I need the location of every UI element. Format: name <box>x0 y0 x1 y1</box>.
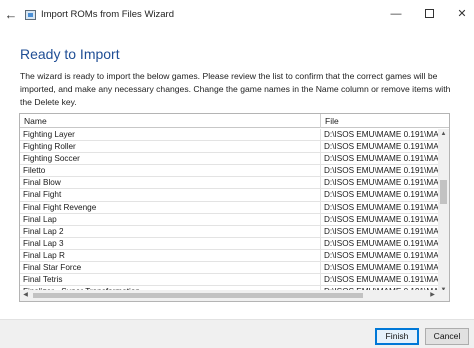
cell-file: D:\ISOS EMU\MAME 0.191\MAME <box>324 275 438 285</box>
finish-button[interactable]: Finish <box>375 328 419 345</box>
cell-file: D:\ISOS EMU\MAME 0.191\MAME <box>324 214 438 224</box>
app-icon <box>25 10 36 20</box>
cell-name[interactable]: Final Tetris <box>20 274 321 286</box>
table-row[interactable]: Final Star Force D:\ISOS EMU\MAME 0.191\M… <box>20 262 438 275</box>
cell-file: D:\ISOS EMU\MAME 0.191\MAME <box>324 250 438 260</box>
table-row[interactable]: Final Lap RD:\ISOS EMU\MAME 0.191\MAME <box>20 249 438 263</box>
back-arrow-icon[interactable]: ← <box>4 8 18 22</box>
page-description: The wizard is ready to import the below … <box>20 71 451 107</box>
grid-header: Name File <box>20 114 449 128</box>
table-row[interactable]: Fighting SoccerD:\ISOS EMU\MAME 0.191\MA… <box>20 153 438 166</box>
cell-file: D:\ISOS EMU\MAME 0.191\MAME <box>324 178 438 188</box>
table-row[interactable]: Final Lap 3D:\ISOS EMU\MAME 0.191\MAME <box>20 237 438 250</box>
scroll-right-icon[interactable]: ▶ <box>427 290 438 301</box>
table-row[interactable]: Fighting LayerD:\ISOS EMU\MAME 0.191\MAM… <box>20 129 438 142</box>
cancel-button[interactable]: Cancel <box>425 328 469 345</box>
table-row[interactable]: Fighting RollerD:\ISOS EMU\MAME 0.191\MA… <box>20 141 438 154</box>
title-bar: ← Import ROMs from Files Wizard — ✕ <box>0 0 474 30</box>
column-header-name[interactable]: Name <box>20 114 321 128</box>
cell-file: D:\ISOS EMU\MAME 0.191\MAME <box>324 202 438 212</box>
cell-name[interactable]: Final Lap 2 <box>20 225 321 237</box>
vertical-scroll-thumb[interactable] <box>440 180 447 204</box>
grid-rows: Fighting LayerD:\ISOS EMU\MAME 0.191\MAM… <box>20 129 438 296</box>
cell-name[interactable]: Final Fight <box>20 189 321 201</box>
table-row[interactable]: Final Lap 2D:\ISOS EMU\MAME 0.191\MAME <box>20 225 438 238</box>
horizontal-scroll-thumb[interactable] <box>33 293 363 298</box>
table-row[interactable]: Final BlowD:\ISOS EMU\MAME 0.191\MAME <box>20 177 438 190</box>
cell-file: D:\ISOS EMU\MAME 0.191\MAME <box>324 238 438 248</box>
page-heading: Ready to Import <box>20 46 120 62</box>
cell-file: D:\ISOS EMU\MAME 0.191\MAME <box>324 166 438 176</box>
close-button[interactable]: ✕ <box>451 4 473 24</box>
cell-file: D:\ISOS EMU\MAME 0.191\MAME <box>324 154 438 164</box>
table-row[interactable]: Final Fight Revenge D:\ISOS EMU\MAME 0.19… <box>20 201 438 214</box>
column-header-file[interactable]: File <box>321 114 437 128</box>
cell-name[interactable]: Final Star Force <box>20 262 321 274</box>
horizontal-scrollbar[interactable]: ◀ ▶ <box>20 290 438 301</box>
cell-name[interactable]: Fighting Roller <box>20 141 321 153</box>
minimize-button[interactable]: — <box>385 4 407 24</box>
cell-name[interactable]: Final Fight Revenge <box>20 201 321 213</box>
cell-name[interactable]: Filetto <box>20 165 321 177</box>
cell-file: D:\ISOS EMU\MAME 0.191\MAME <box>324 190 438 200</box>
cell-file: D:\ISOS EMU\MAME 0.191\MAME <box>324 130 438 139</box>
vertical-scrollbar[interactable]: ▲ ▼ <box>438 129 449 296</box>
cell-file: D:\ISOS EMU\MAME 0.191\MAME <box>324 263 438 273</box>
cell-name[interactable]: Final Lap R <box>20 249 321 262</box>
scrollbar-corner <box>438 290 449 301</box>
cell-name[interactable]: Final Lap <box>20 213 321 225</box>
cell-name[interactable]: Final Blow <box>20 177 321 189</box>
scroll-up-icon[interactable]: ▲ <box>438 129 449 140</box>
window-title: Import ROMs from Files Wizard <box>41 9 175 20</box>
cell-name[interactable]: Final Lap 3 <box>20 237 321 249</box>
table-row[interactable]: FilettoD:\ISOS EMU\MAME 0.191\MAME <box>20 165 438 178</box>
cell-file: D:\ISOS EMU\MAME 0.191\MAME <box>324 226 438 236</box>
games-grid[interactable]: Name File Fighting Layer D:\ISOS EMU\MAME… <box>19 113 450 302</box>
table-row[interactable]: Final FightD:\ISOS EMU\MAME 0.191\MAME <box>20 189 438 202</box>
maximize-icon <box>424 8 434 18</box>
cell-name[interactable]: Fighting Layer <box>20 129 321 141</box>
table-row[interactable]: Final TetrisD:\ISOS EMU\MAME 0.191\MAME <box>20 274 438 287</box>
maximize-button[interactable] <box>418 4 440 24</box>
scroll-left-icon[interactable]: ◀ <box>20 290 31 301</box>
footer-bar: Finish Cancel <box>0 319 474 348</box>
cell-name[interactable]: Fighting Soccer <box>20 153 321 165</box>
cell-file: D:\ISOS EMU\MAME 0.191\MAME <box>324 142 438 152</box>
table-row[interactable]: Final LapD:\ISOS EMU\MAME 0.191\MAME <box>20 213 438 226</box>
